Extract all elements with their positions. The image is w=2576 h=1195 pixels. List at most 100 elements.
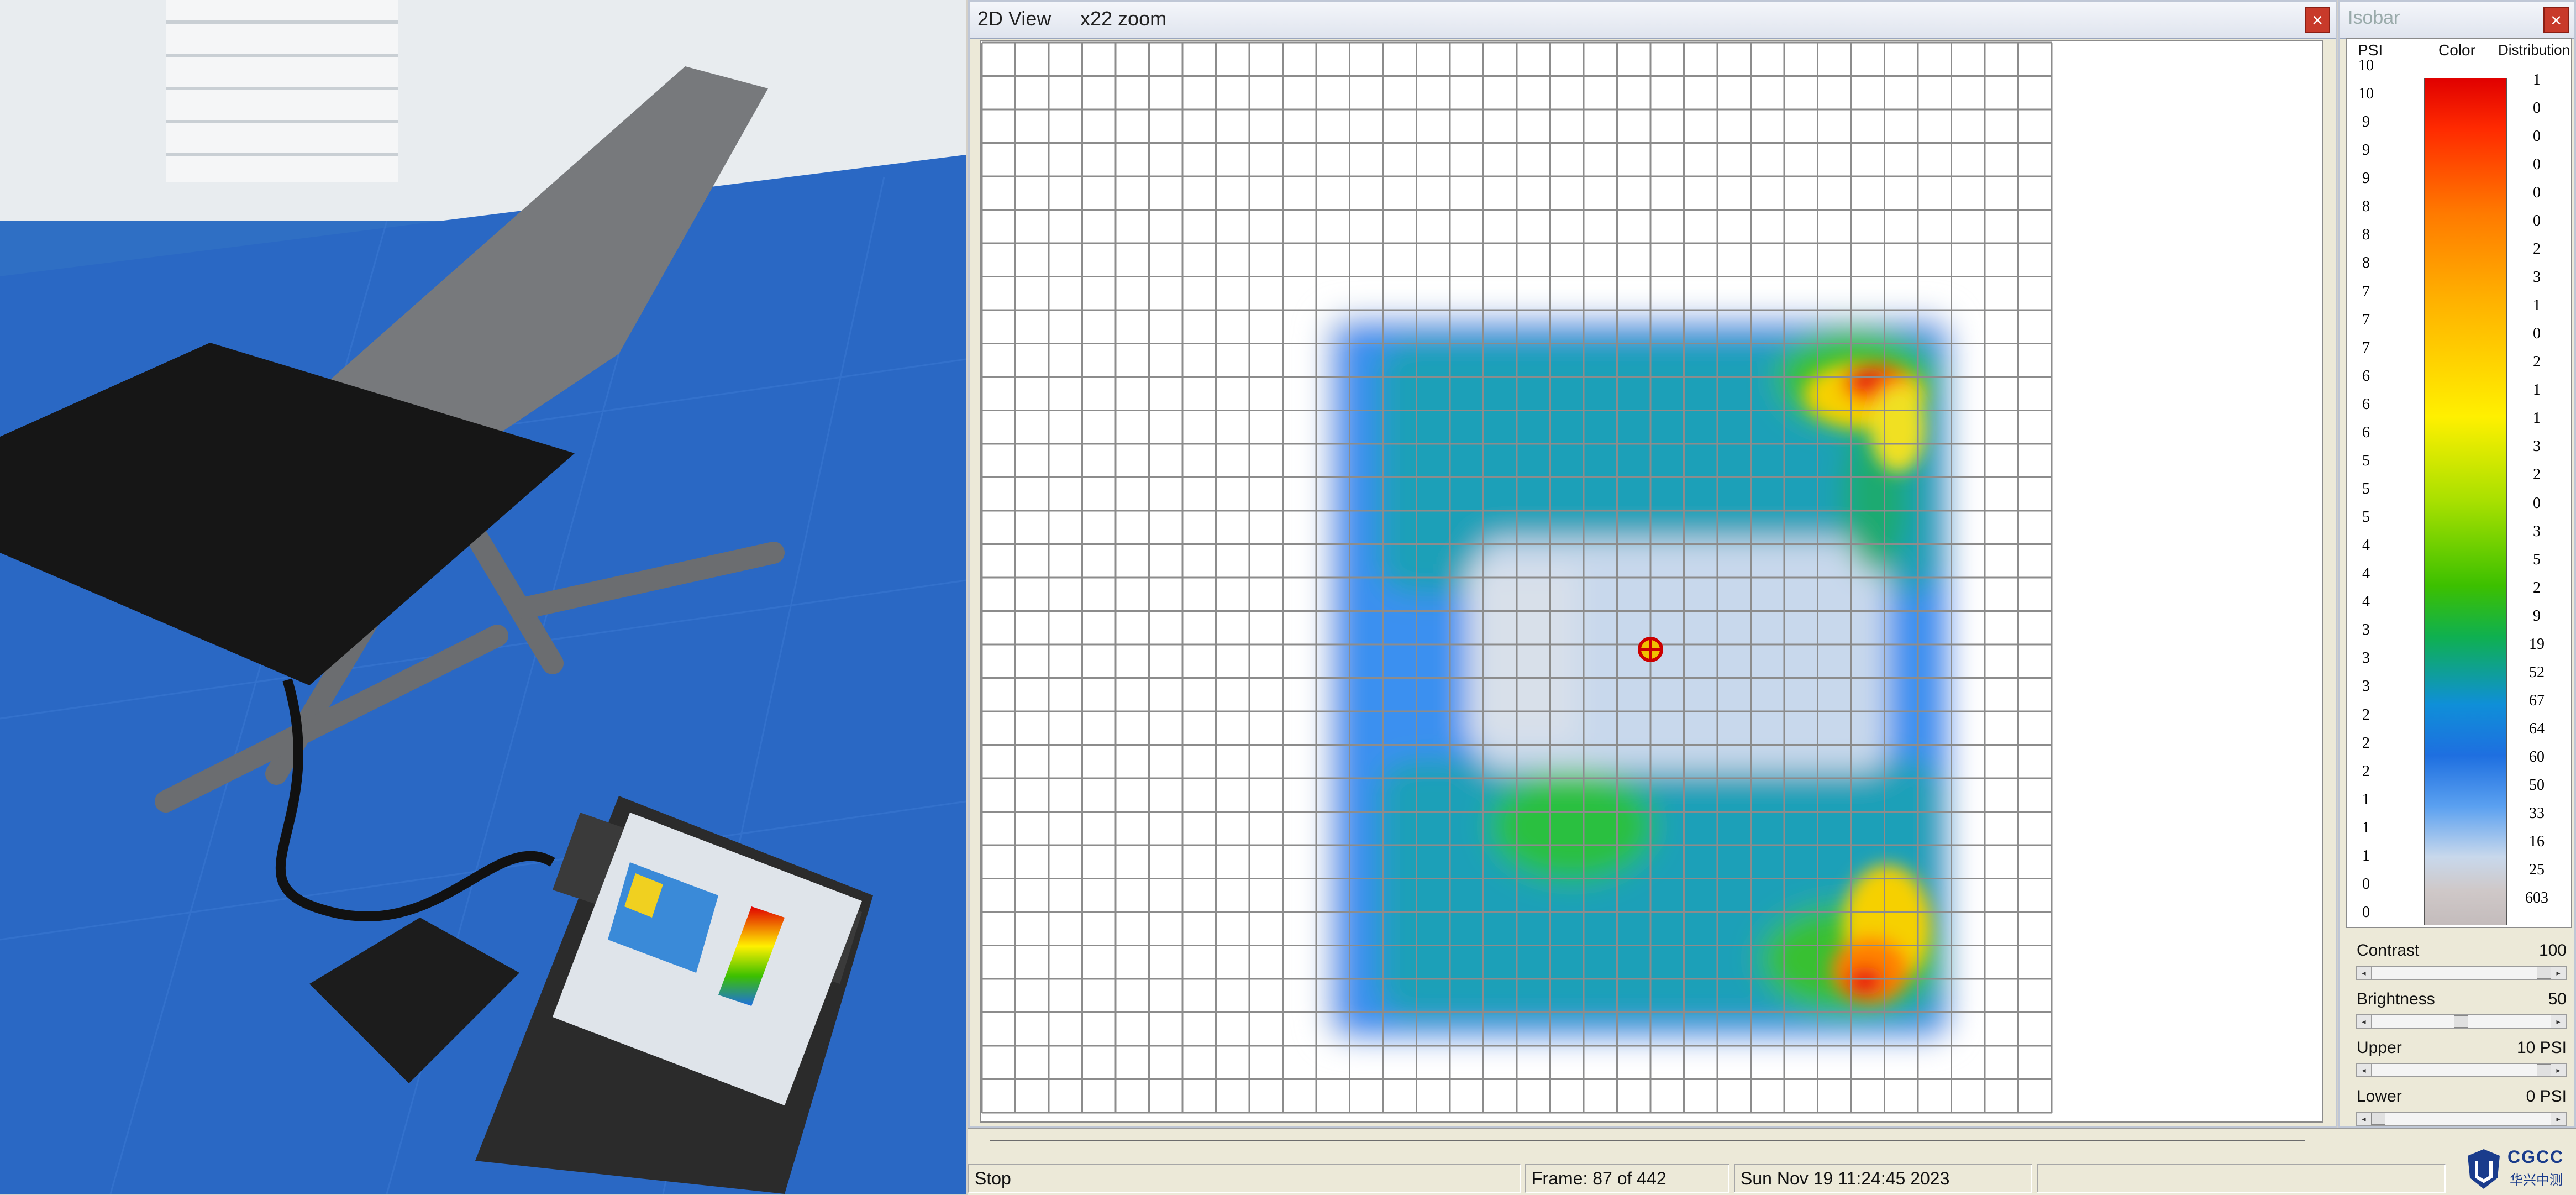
psi-value: 0 [2362, 875, 2370, 893]
close-icon[interactable]: × [2305, 7, 2330, 33]
contrast-value: 100 [2538, 941, 2567, 960]
psi-value: 2 [2362, 762, 2370, 780]
psi-value: 5 [2362, 452, 2370, 469]
distribution-value: 25 [2529, 861, 2545, 879]
distribution-value: 19 [2529, 635, 2545, 653]
arrow-right-icon[interactable]: ▸ [2551, 1113, 2566, 1125]
view2d-window: 2D View x22 zoom × [968, 0, 2337, 1128]
psi-value: 1 [2362, 819, 2370, 836]
distribution-value: 60 [2529, 748, 2545, 766]
color-header: Color [2438, 41, 2475, 59]
pressure-map[interactable] [980, 40, 2323, 1123]
arrow-right-icon[interactable]: ▸ [2551, 1015, 2566, 1028]
arrow-left-icon[interactable]: ◂ [2357, 1064, 2372, 1076]
lower-slider[interactable]: ◂ ▸ [2356, 1112, 2567, 1126]
psi-value: 5 [2362, 509, 2370, 526]
logo-subtext: 华兴中测 [2510, 1173, 2563, 1188]
psi-value: 4 [2362, 537, 2370, 554]
distribution-value: 1 [2533, 71, 2541, 88]
psi-value: 9 [2362, 113, 2370, 131]
status-timestamp: Sun Nov 19 11:24:45 2023 [1734, 1164, 2032, 1193]
distribution-value: 0 [2533, 155, 2541, 173]
distribution-value: 1 [2533, 410, 2541, 427]
arrow-left-icon[interactable]: ◂ [2357, 1015, 2372, 1028]
view2d-titlebar[interactable]: 2D View x22 zoom × [970, 2, 2336, 39]
distribution-value: 0 [2533, 127, 2541, 145]
brightness-slider-thumb[interactable] [2454, 1015, 2468, 1028]
contrast-label: Contrast [2357, 941, 2420, 960]
distribution-value: 603 [2525, 889, 2548, 907]
status-bar: Stop Frame: 87 of 442 Sun Nov 19 11:24:4… [968, 1128, 2576, 1195]
status-state: Stop [968, 1164, 1521, 1193]
psi-value: 7 [2362, 339, 2370, 357]
distribution-value: 2 [2533, 353, 2541, 371]
brightness-value: 50 [2548, 990, 2567, 1008]
psi-value: 9 [2362, 170, 2370, 187]
arrow-left-icon[interactable]: ◂ [2357, 1113, 2372, 1125]
distribution-value: 2 [2533, 466, 2541, 484]
lower-value: 0 PSI [2526, 1087, 2567, 1105]
view2d-title: 2D View [977, 7, 1052, 30]
upper-slider-thumb[interactable] [2537, 1064, 2551, 1076]
distribution-value: 0 [2533, 494, 2541, 512]
psi-value: 3 [2362, 678, 2370, 695]
psi-value: 1 [2362, 847, 2370, 864]
psi-value: 4 [2362, 565, 2370, 583]
distribution-value: 50 [2529, 777, 2545, 794]
brightness-slider[interactable]: ◂ ▸ [2356, 1014, 2567, 1029]
distribution-header: Distribution [2498, 41, 2570, 58]
pressure-map-svg [981, 41, 2053, 1114]
psi-value: 8 [2362, 198, 2370, 216]
psi-value: 6 [2362, 395, 2370, 413]
arrow-right-icon[interactable]: ▸ [2551, 1064, 2566, 1076]
contrast-slider[interactable]: ◂ ▸ [2356, 966, 2567, 980]
distribution-value: 3 [2533, 269, 2541, 286]
distribution-value: 67 [2529, 692, 2545, 709]
psi-value: 2 [2362, 706, 2370, 724]
distribution-value: 3 [2533, 438, 2541, 455]
psi-value: 10 [2358, 85, 2374, 103]
isobar-title: Isobar [2348, 7, 2400, 28]
center-of-pressure-marker [1638, 637, 1663, 662]
distribution-value: 2 [2533, 240, 2541, 258]
upper-slider[interactable]: ◂ ▸ [2356, 1063, 2567, 1077]
status-frame: Frame: 87 of 442 [1525, 1164, 1729, 1193]
arrow-left-icon[interactable]: ◂ [2357, 967, 2372, 979]
shield-icon [2468, 1149, 2500, 1189]
color-scale-bar [2424, 78, 2507, 925]
view2d-zoom-label: x22 zoom [1080, 7, 1167, 30]
psi-value: 9 [2362, 141, 2370, 159]
contrast-slider-thumb[interactable] [2537, 967, 2551, 979]
upper-value: 10 PSI [2516, 1039, 2567, 1057]
distribution-value: 52 [2529, 663, 2545, 681]
isobar-titlebar[interactable]: Isobar × [2340, 2, 2574, 39]
lower-slider-thumb[interactable] [2371, 1113, 2385, 1125]
distribution-value: 0 [2533, 184, 2541, 201]
isobar-panel: PSI Color Distribution 10 10 9 9 9 8 8 8 7 7 7 6 6 6 5… [2346, 38, 2572, 928]
psi-value: 3 [2362, 649, 2370, 667]
psi-value: 8 [2362, 254, 2370, 272]
distribution-value: 0 [2533, 212, 2541, 229]
distribution-value: 64 [2529, 720, 2545, 738]
close-icon[interactable]: × [2543, 7, 2569, 33]
logo-text: CGCC [2507, 1147, 2564, 1167]
psi-value: 5 [2362, 480, 2370, 497]
psi-value: 2 [2362, 734, 2370, 752]
distribution-value: 0 [2533, 99, 2541, 117]
isobar-window: Isobar × PSI Color Distribution 10 10 9 9 9 8… [2338, 0, 2576, 1128]
psi-value: 8 [2362, 226, 2370, 244]
cgcc-logo: CGCC 华兴中测 [2464, 1147, 2575, 1194]
psi-value: 6 [2362, 423, 2370, 441]
horizontal-scrollbar[interactable] [990, 1140, 2305, 1151]
distribution-value: 9 [2533, 607, 2541, 625]
psi-value: 7 [2362, 282, 2370, 300]
setup-photo [0, 0, 966, 1194]
distribution-value: 5 [2533, 551, 2541, 568]
contrast-control: Contrast 100 ◂ ▸ [2346, 941, 2572, 990]
psi-value: 4 [2362, 593, 2370, 611]
status-empty-1 [2037, 1164, 2446, 1193]
distribution-value: 16 [2529, 833, 2545, 851]
upper-control: Upper 10 PSI ◂ ▸ [2346, 1039, 2572, 1087]
arrow-right-icon[interactable]: ▸ [2551, 967, 2566, 979]
psi-value: 10 [2358, 57, 2374, 74]
